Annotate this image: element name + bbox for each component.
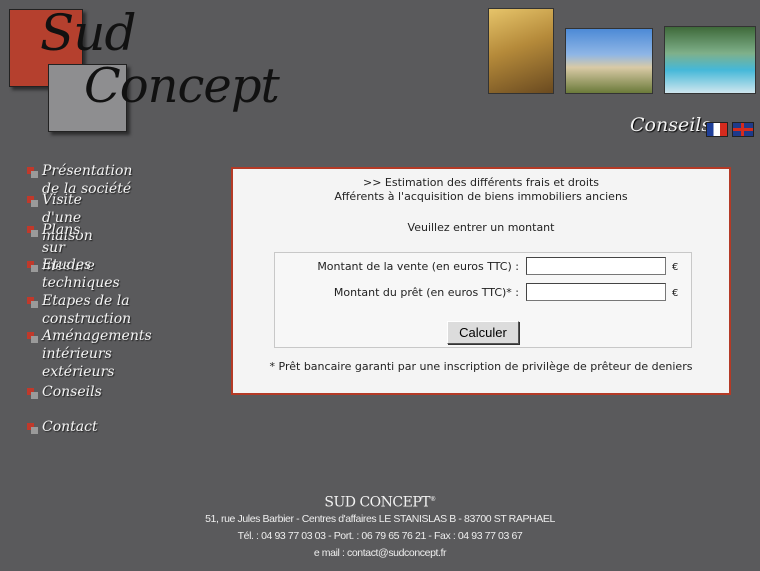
loan-currency: € bbox=[672, 288, 679, 299]
nav-label: Conseils bbox=[42, 384, 102, 400]
french-flag-icon[interactable] bbox=[706, 122, 728, 137]
sale-amount-input[interactable] bbox=[526, 257, 666, 275]
nav-item-amenagements[interactable]: Aménagements intérieurs extérieurs bbox=[27, 327, 152, 381]
bullet-icon bbox=[27, 167, 38, 178]
nav-item-etudes[interactable]: Etudes techniques bbox=[27, 256, 120, 292]
bullet-icon bbox=[27, 423, 38, 434]
villa-photo bbox=[565, 28, 653, 94]
nav-item-conseils[interactable]: Conseils bbox=[27, 383, 102, 401]
nav-item-etapes[interactable]: Etapes de la construction bbox=[27, 292, 131, 328]
conseils-header-link[interactable]: Conseils bbox=[630, 114, 711, 136]
estimation-form: Montant de la vente (en euros TTC) : € M… bbox=[274, 252, 692, 348]
uk-flag-icon[interactable] bbox=[732, 122, 754, 137]
nav-label: Etudes techniques bbox=[42, 257, 120, 291]
footer-address: 51, rue Jules Barbier - Centres d'affair… bbox=[205, 512, 555, 525]
bullet-icon bbox=[27, 388, 38, 399]
nav-item-contact[interactable]: Contact bbox=[27, 418, 98, 436]
footer-phones: Tél. : 04 93 77 03 03 - Port. : 06 79 65… bbox=[237, 529, 523, 542]
bullet-icon bbox=[27, 297, 38, 308]
bullet-icon bbox=[27, 196, 38, 207]
heading-line-2: Afférents à l'acquisition de biens immob… bbox=[334, 190, 628, 203]
logo-word-concept: Concept bbox=[84, 58, 280, 114]
registered-mark: ® bbox=[430, 496, 436, 503]
heading-line-1: >> Estimation des différents frais et dr… bbox=[362, 176, 600, 189]
estimation-panel: >> Estimation des différents frais et dr… bbox=[231, 167, 731, 395]
bullet-icon bbox=[27, 332, 38, 343]
sale-amount-label: Montant de la vente (en euros TTC) : bbox=[317, 260, 519, 273]
loan-amount-label: Montant du prêt (en euros TTC)* : bbox=[333, 286, 519, 299]
bullet-icon bbox=[27, 226, 38, 237]
footer-brand-name: SUD CONCEPT bbox=[324, 494, 431, 511]
site-footer: SUD CONCEPT® 51, rue Jules Barbier - Cen… bbox=[0, 492, 760, 562]
loan-footnote: * Prêt bancaire garanti par une inscript… bbox=[269, 360, 693, 373]
loan-amount-input[interactable] bbox=[526, 283, 666, 301]
nav-label: Aménagements intérieurs extérieurs bbox=[42, 328, 152, 380]
pool-photo bbox=[664, 26, 756, 94]
footer-email[interactable]: e mail : contact@sudconcept.fr bbox=[0, 545, 760, 562]
logo-word-sud: Sud bbox=[40, 4, 136, 62]
nav-label: Etapes de la construction bbox=[42, 293, 132, 327]
interior-photo bbox=[488, 8, 554, 94]
nav-label: Contact bbox=[42, 419, 98, 435]
panel-heading: >> Estimation des différents frais et dr… bbox=[233, 176, 729, 204]
footer-brand: SUD CONCEPT® bbox=[0, 492, 760, 511]
amount-prompt: Veuillez entrer un montant bbox=[407, 221, 555, 234]
bullet-icon bbox=[27, 261, 38, 272]
site-logo[interactable]: Sud Concept bbox=[0, 0, 300, 150]
calculate-button[interactable]: Calculer bbox=[447, 321, 519, 344]
sale-currency: € bbox=[672, 262, 679, 273]
